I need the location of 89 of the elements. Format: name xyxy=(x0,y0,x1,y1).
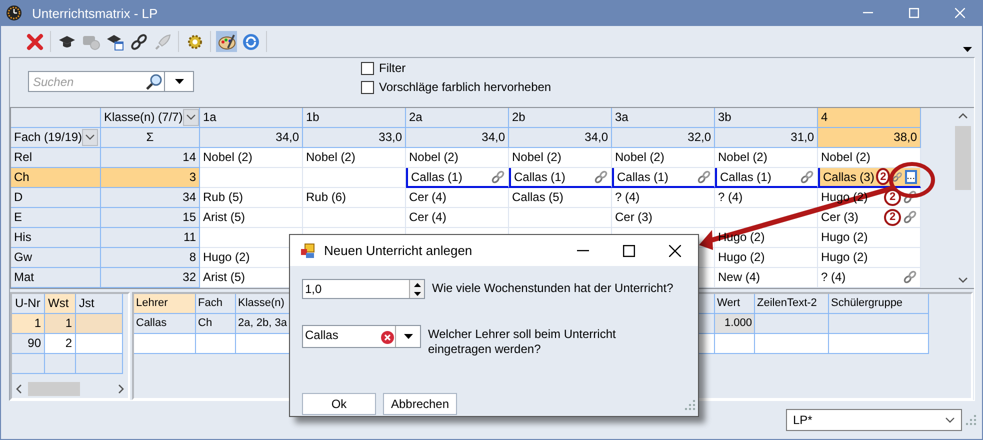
dialog-title: Neuen Unterricht anlegen xyxy=(324,243,472,258)
row-total: 15 xyxy=(101,208,200,228)
table-cell: Ch xyxy=(196,314,236,334)
row-header[interactable]: Mat xyxy=(11,268,101,288)
matrix-cell[interactable]: Callas (1) xyxy=(509,168,612,188)
matrix-cell[interactable]: Nobel (2) xyxy=(818,148,921,168)
column-total: 34,0 xyxy=(509,128,612,148)
row-header[interactable]: Gw xyxy=(11,248,101,268)
column-header[interactable]: 1b xyxy=(303,108,406,128)
matrix-cell[interactable]: Nobel (2) xyxy=(509,148,612,168)
matrix-cell[interactable]: Hugo (2) xyxy=(818,228,921,248)
sum-symbol: Σ xyxy=(146,130,154,144)
hours-spinner[interactable]: 1,0 xyxy=(302,279,425,299)
class-filter-label: Klasse(n) (7/7) xyxy=(104,110,183,124)
table-cell: Callas xyxy=(134,314,196,334)
column-total: 31,0 xyxy=(715,128,818,148)
matrix-cell[interactable]: Callas (1) xyxy=(715,168,818,188)
matrix-cell[interactable]: ? (4) xyxy=(612,188,715,208)
row-total: 3 xyxy=(101,168,200,188)
matrix-cell[interactable]: Callas (3) 2 ... xyxy=(818,168,921,188)
row-header[interactable]: Ch xyxy=(11,168,101,188)
column-total: 38,0 xyxy=(818,128,921,148)
row-total: 14 xyxy=(101,148,200,168)
row-header[interactable]: His xyxy=(11,228,101,248)
matrix-cell[interactable]: ? (4) xyxy=(715,188,818,208)
checkbox-label: Vorschläge farblich hervorheben xyxy=(379,80,552,94)
matrix-cell[interactable]: Cer (4) xyxy=(406,208,509,228)
column-header[interactable]: U-Nr xyxy=(12,294,45,314)
column-header[interactable]: 2b xyxy=(509,108,612,128)
ellipsis-button[interactable]: ... xyxy=(904,170,917,184)
matrix-cell[interactable]: Hugo (2) xyxy=(818,248,921,268)
matrix-cell[interactable]: ? (4) xyxy=(818,268,921,288)
column-header[interactable]: 4 xyxy=(818,108,921,128)
matrix-cell[interactable]: Nobel (2) xyxy=(406,148,509,168)
subject-filter-label: Fach (19/19) xyxy=(14,130,82,144)
row-total: 32 xyxy=(101,268,200,288)
matrix-cell[interactable]: New (4) xyxy=(715,268,818,288)
matrix-cell[interactable]: Callas (5) xyxy=(509,188,612,208)
column-total: 33,0 xyxy=(303,128,406,148)
row-total: 8 xyxy=(101,248,200,268)
column-total: 34,0 xyxy=(406,128,509,148)
hours-field[interactable]: 1,0 xyxy=(303,280,407,298)
matrix-cell[interactable]: Arist (5) xyxy=(200,208,303,228)
matrix-cell[interactable]: Callas (1) xyxy=(406,168,509,188)
count-badge: 2 xyxy=(884,208,901,226)
matrix-cell[interactable]: Nobel (2) xyxy=(303,148,406,168)
column-header[interactable]: 1a xyxy=(200,108,303,128)
profile-dropdown[interactable]: LP* xyxy=(786,409,962,431)
table-cell: 1 xyxy=(45,314,76,334)
teacher-dropdown[interactable]: Callas xyxy=(302,325,421,348)
hours-question: Wie viele Wochenstunden hat der Unterricht? xyxy=(432,280,674,296)
row-header[interactable]: E xyxy=(11,208,101,228)
column-total: 34,0 xyxy=(200,128,303,148)
column-header[interactable]: Jst xyxy=(76,294,123,314)
matrix-cell[interactable]: Cer (4) xyxy=(406,188,509,208)
column-header[interactable]: Wst xyxy=(45,294,76,314)
matrix-cell[interactable]: Cer (3) xyxy=(612,208,715,228)
column-header[interactable]: 3a xyxy=(612,108,715,128)
table-cell: 90 xyxy=(12,334,45,354)
column-header[interactable]: 3b xyxy=(715,108,818,128)
row-header[interactable]: D xyxy=(11,188,101,208)
table-cell: 1 xyxy=(12,314,45,334)
matrix-cell[interactable]: Rub (5) xyxy=(200,188,303,208)
matrix-cell[interactable]: Nobel (2) xyxy=(612,148,715,168)
column-header[interactable]: 2a xyxy=(406,108,509,128)
column-total: 32,0 xyxy=(612,128,715,148)
table-cell: 1.000 xyxy=(715,314,755,334)
matrix-cell[interactable]: Rub (6) xyxy=(303,188,406,208)
checkbox-label: Filter xyxy=(379,61,406,75)
matrix-cell[interactable]: Nobel (2) xyxy=(715,148,818,168)
column-header[interactable]: Schülergruppe xyxy=(829,294,929,314)
row-total: 11 xyxy=(101,228,200,248)
column-header[interactable]: ZeilenText-2 xyxy=(755,294,829,314)
matrix-cell[interactable]: Callas (1) xyxy=(612,168,715,188)
count-badge: 2 xyxy=(876,168,890,186)
search-field[interactable]: Suchen xyxy=(29,74,145,88)
column-header[interactable]: Fach xyxy=(196,294,236,314)
column-header[interactable]: Lehrer xyxy=(134,294,196,314)
table-cell: 2 xyxy=(45,334,76,354)
dialog-button[interactable]: Ok xyxy=(302,393,376,415)
window-title: Unterrichtsmatrix - LP xyxy=(32,6,158,20)
row-header[interactable]: Rel xyxy=(11,148,101,168)
column-header[interactable]: Wert xyxy=(715,294,755,314)
matrix-cell[interactable]: Cer (3) 2 xyxy=(818,208,921,228)
search-combo[interactable]: Suchen xyxy=(28,71,194,92)
matrix-cell[interactable]: Hugo (2) xyxy=(715,248,818,268)
row-total: 34 xyxy=(101,188,200,208)
dialog-button[interactable]: Abbrechen xyxy=(383,393,457,415)
matrix-cell[interactable]: Nobel (2) xyxy=(200,148,303,168)
